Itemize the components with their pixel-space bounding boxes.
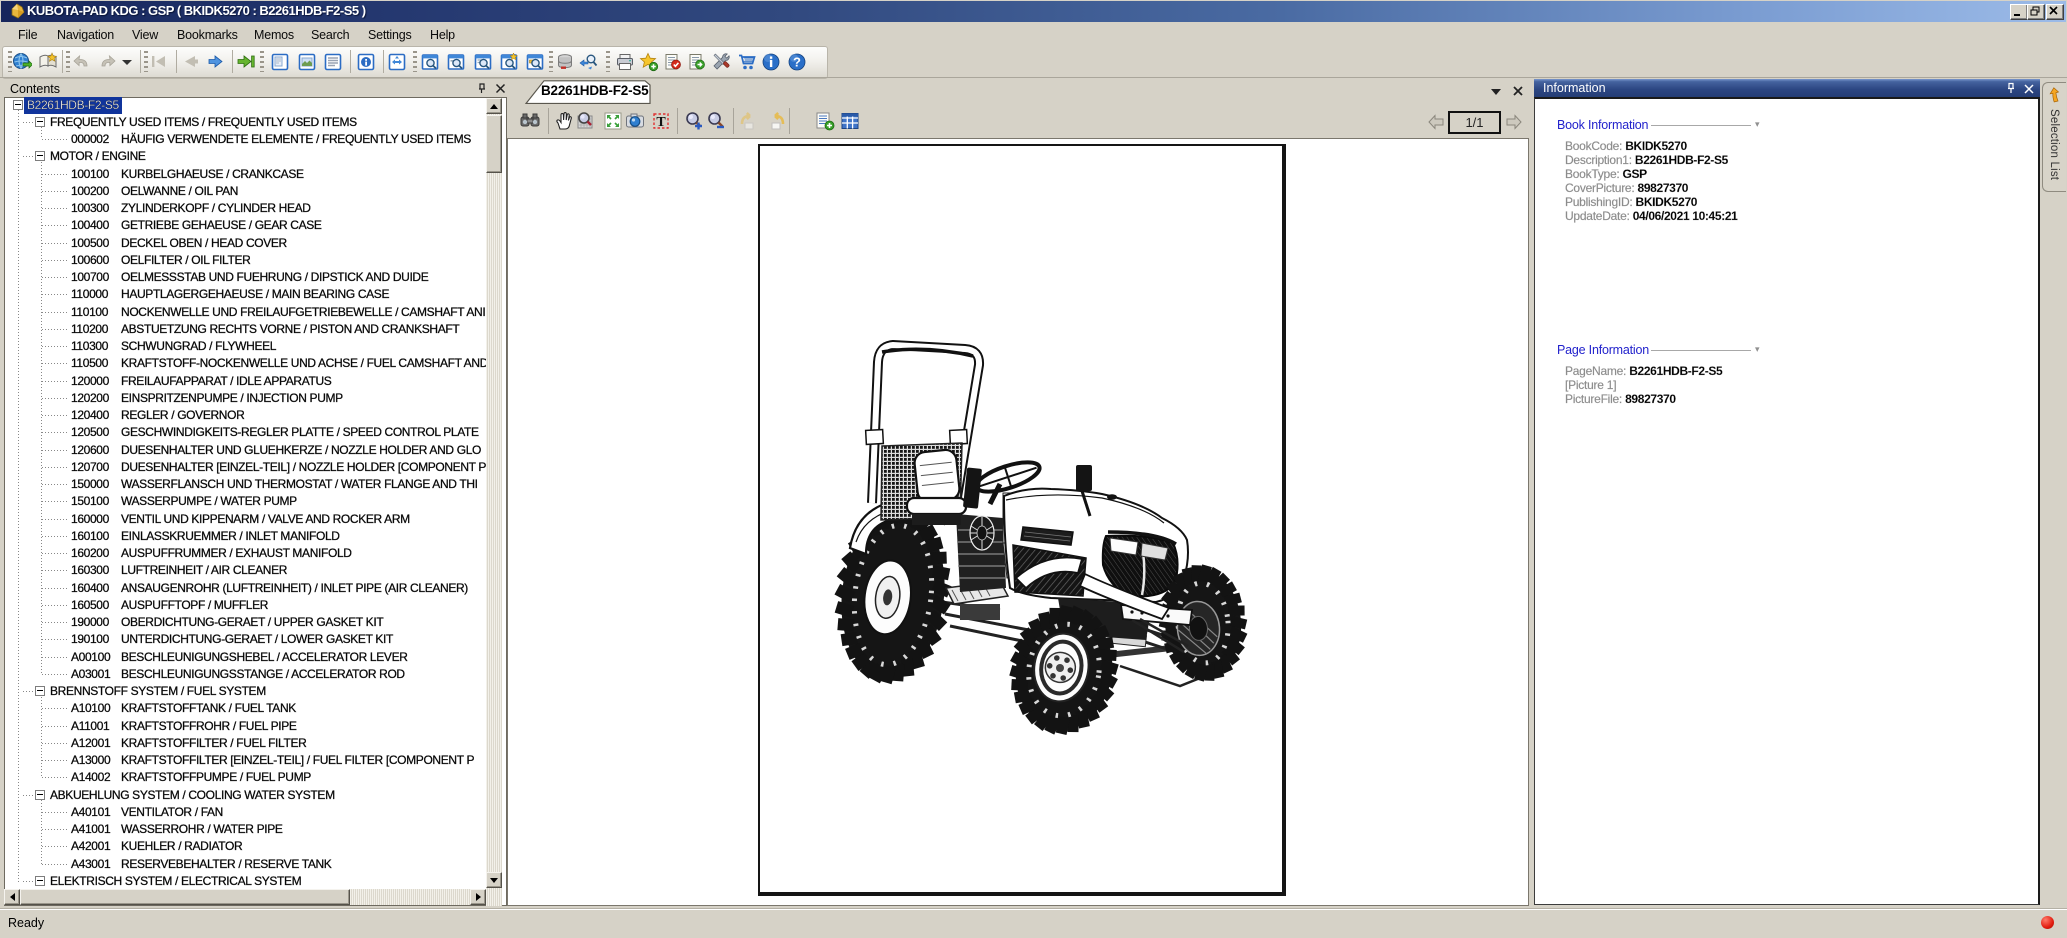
svg-text:T: T bbox=[656, 115, 666, 130]
svg-text:?: ? bbox=[793, 55, 801, 70]
